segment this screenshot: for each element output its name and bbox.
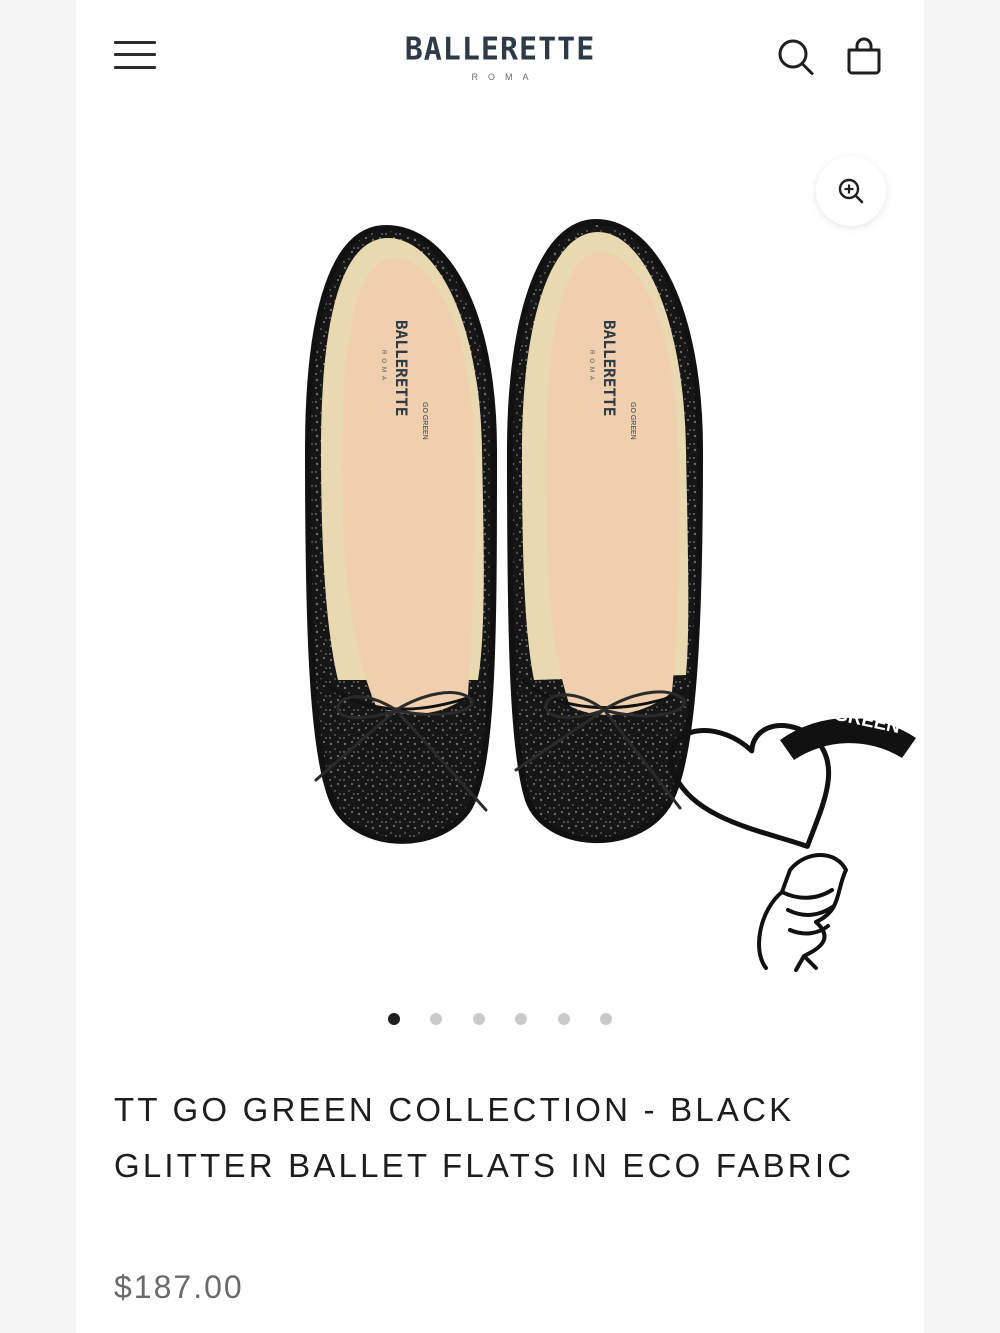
zoom-in-icon: [838, 178, 864, 204]
gallery-dot-5[interactable]: [558, 1013, 570, 1025]
site-header: BALLERETTE ROMA: [0, 0, 1000, 110]
ballet-flats-illustration: BALLERETTE ROMA GO GREEN BALLERETTE ROMA…: [304, 218, 916, 972]
insole-badge-left: GO GREEN: [421, 402, 428, 440]
hamburger-icon[interactable]: [112, 38, 158, 72]
brand-logo[interactable]: BALLERETTE ROMA: [380, 30, 620, 92]
product-title: TT GO GREEN COLLECTION - BLACK GLITTER B…: [114, 1091, 855, 1184]
gallery-dot-6[interactable]: [600, 1013, 612, 1025]
product-image[interactable]: BALLERETTE ROMA GO GREEN BALLERETTE ROMA…: [76, 110, 924, 990]
insole-sub-left: ROMA: [380, 350, 386, 384]
brand-subtitle: ROMA: [471, 72, 539, 82]
insole-badge-right: GO GREEN: [629, 402, 636, 440]
go-green-badge: GO GREEN: [668, 696, 916, 972]
brand-name: BALLERETTE: [404, 31, 596, 68]
gallery-dot-2[interactable]: [430, 1013, 442, 1025]
hand-drawing: [757, 853, 848, 972]
gallery-dot-3[interactable]: [473, 1013, 485, 1025]
insole-sub-right: ROMA: [588, 350, 594, 384]
zoom-button[interactable]: [816, 156, 886, 226]
search-button[interactable]: [774, 34, 818, 78]
gallery-dot-4[interactable]: [515, 1013, 527, 1025]
gallery-dot-1[interactable]: [388, 1013, 400, 1025]
shopping-bag-icon: [847, 37, 881, 75]
product-price: $187.00: [114, 1269, 244, 1305]
left-shoe: BALLERETTE ROMA GO GREEN: [304, 224, 498, 844]
search-icon: [778, 39, 814, 75]
insole-brand-right: BALLERETTE: [600, 320, 619, 416]
gallery-pagination: [380, 1008, 620, 1030]
insole-brand-left: BALLERETTE: [392, 320, 411, 416]
cart-button[interactable]: [842, 34, 886, 78]
